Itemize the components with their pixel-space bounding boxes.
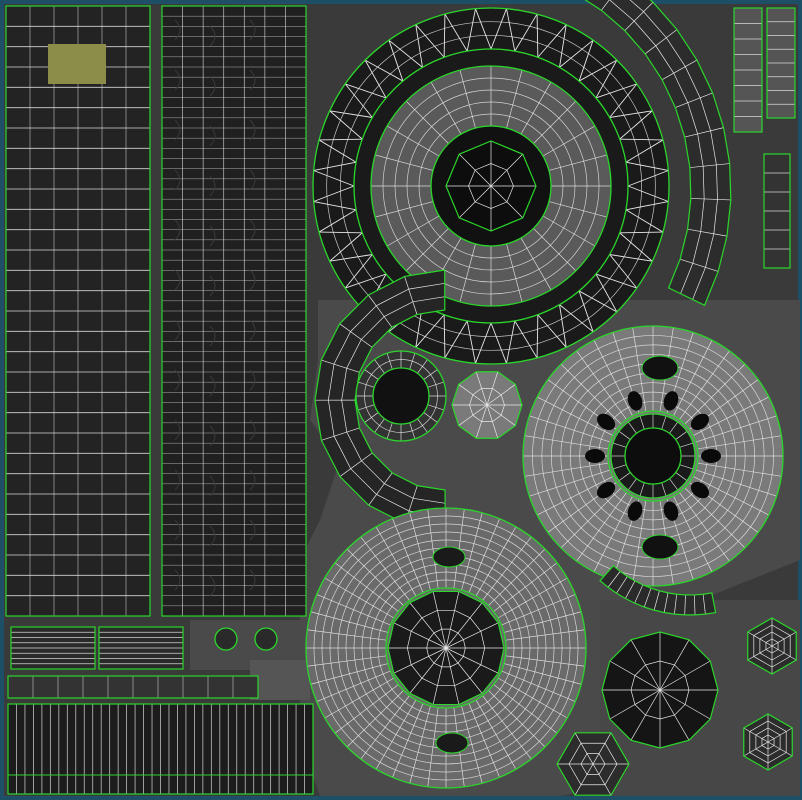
lug-hole [585, 449, 605, 463]
wheel-bottom-hub [387, 590, 505, 706]
highlight-patch [48, 44, 106, 84]
panel-small-a [10, 626, 96, 670]
uv-layout-canvas [0, 0, 802, 800]
panel-small-b [98, 626, 184, 670]
packing-blob [250, 660, 310, 700]
mid-decagon [451, 371, 523, 439]
small-strip-b [766, 7, 796, 119]
sidewall-strip [7, 703, 314, 795]
small-circle-b [254, 627, 278, 651]
tread-strip-left [5, 5, 151, 617]
small-strip-a [733, 7, 763, 133]
mid-ring [355, 350, 447, 442]
small-circle-a [214, 627, 238, 651]
valve-hole-bottom [435, 732, 469, 754]
valve-hole-top [641, 355, 679, 381]
valve-hole-bottom [641, 534, 679, 560]
tire-hub [445, 140, 537, 232]
wheel-right-hub [610, 413, 696, 499]
small-strip-c [763, 153, 791, 269]
strip-segment-row [7, 675, 259, 699]
tread-strip-right [161, 5, 307, 617]
lug-hole [701, 449, 721, 463]
valve-hole-top [432, 546, 466, 568]
